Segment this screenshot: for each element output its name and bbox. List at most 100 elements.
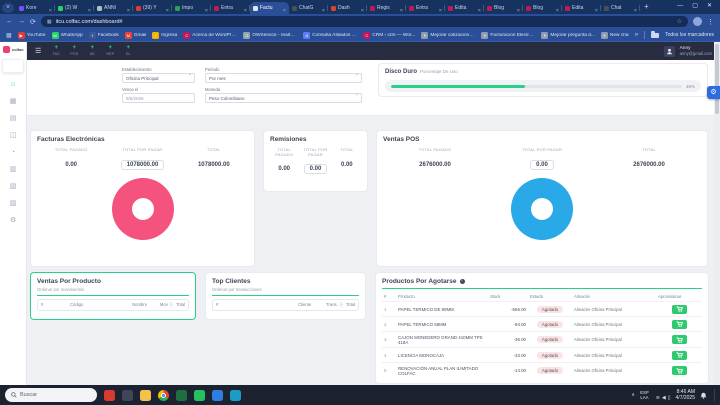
tab-importar[interactable]: Impo	[172, 2, 211, 14]
forward-icon[interactable]: →	[18, 18, 25, 25]
new-pos-button[interactable]: POS	[67, 46, 81, 56]
bookmark-facturacion[interactable]: ✳ Facturación Electrón...	[481, 32, 535, 39]
tab-chatgpt[interactable]: ChatG	[289, 2, 328, 14]
hamburger-icon[interactable]: ☰	[35, 47, 41, 55]
tab-close-icon[interactable]	[49, 0, 52, 17]
bookmark-wordpress[interactable]: C Acerca de WordPress	[183, 32, 237, 39]
bookmark-pregunta[interactable]: ✳ Mejorar pregunta d...	[541, 32, 595, 39]
browser-menu-icon[interactable]: ⋮	[707, 18, 714, 26]
taskbar-search[interactable]: Buscar	[5, 388, 97, 402]
task-view-icon[interactable]	[122, 390, 133, 401]
battery-icon[interactable]: ▯	[668, 395, 671, 401]
aprovisionar-button[interactable]	[672, 335, 687, 344]
tab-editar[interactable]: Edita	[445, 2, 484, 14]
user-avatar[interactable]	[664, 46, 675, 57]
establecimiento-select[interactable]: Oficina Principal	[122, 73, 195, 83]
home-icon[interactable]: ⌂	[11, 81, 15, 89]
tab-close-icon[interactable]	[166, 0, 169, 17]
new-fac-button[interactable]: FAC	[49, 46, 63, 56]
language-indicator[interactable]: ESP LAA	[640, 390, 649, 400]
tab-youtube[interactable]: (39) Y	[133, 2, 172, 14]
tab-whatsapp[interactable]: (2) W	[55, 2, 94, 14]
tab-kore[interactable]: Kore	[16, 2, 55, 14]
tab-blog[interactable]: Blog	[484, 2, 523, 14]
tab-dashboard[interactable]: Dash	[328, 2, 367, 14]
tab-close-icon[interactable]	[283, 0, 286, 17]
site-settings-icon[interactable]: ▦	[47, 19, 52, 25]
tab-entradas-2[interactable]: Entra	[406, 2, 445, 14]
bookmark-star-icon[interactable]: ☆	[677, 18, 682, 25]
tab-blog-2[interactable]: Blog	[523, 2, 562, 14]
theme-settings-button[interactable]: ⚙	[707, 86, 720, 99]
tray-expand-icon[interactable]: ∧	[631, 392, 635, 398]
bookmark-facebook[interactable]: f Facebook	[89, 32, 119, 39]
tab-close-icon[interactable]	[88, 0, 91, 17]
tab-close-icon[interactable]	[322, 0, 325, 17]
aprovisionar-button[interactable]	[672, 351, 687, 360]
tab-facturacion[interactable]: Factu	[250, 2, 289, 14]
tab-close-icon[interactable]	[439, 0, 442, 17]
whatsapp-icon[interactable]	[194, 390, 205, 401]
food-app-icon[interactable]	[104, 390, 115, 401]
address-bar[interactable]: ▦ itcu.colfac.com/dashboard# ☆	[41, 16, 688, 27]
tab-anni[interactable]: ANNI	[94, 2, 133, 14]
wifi-icon[interactable]: ≋	[656, 395, 660, 401]
settings-icon[interactable]: ⚙	[10, 217, 16, 225]
back-icon[interactable]: ←	[6, 18, 13, 25]
bookmark-whatsapp[interactable]: W WhatsApp	[52, 32, 83, 39]
info-icon[interactable]: i	[460, 279, 465, 284]
new-rep-button[interactable]: REP	[103, 46, 117, 56]
vence-input[interactable]: 9/6/2026	[122, 93, 195, 103]
tab-close-icon[interactable]	[556, 0, 559, 17]
tab-search-button[interactable]: ˅	[2, 3, 14, 13]
all-bookmarks-button[interactable]: Todos los marcadores	[665, 32, 714, 38]
tab-close-icon[interactable]	[127, 0, 130, 17]
show-desktop-button[interactable]	[714, 389, 715, 401]
aprovisionar-button[interactable]	[672, 320, 687, 329]
clock[interactable]: 8:46 AM 4/7/2025	[676, 389, 695, 401]
bookmark-consulta[interactable]: A Consulta Afiliados B...	[303, 32, 357, 39]
bookmark-youtube[interactable]: ▶ YouTube	[18, 32, 46, 39]
aprovisionar-button[interactable]	[672, 305, 687, 314]
moneda-select[interactable]: Peso Colombiano	[205, 93, 362, 103]
apps-grid-icon[interactable]: ▦	[6, 32, 12, 39]
clients-icon[interactable]: ◔	[11, 149, 15, 157]
new-de-button[interactable]: DE	[85, 46, 99, 56]
volume-icon[interactable]: ◀	[662, 395, 666, 401]
sales-icon[interactable]: ◫	[10, 132, 17, 140]
bookmark-cotizacion[interactable]: ✳ Mejorar cotización v...	[421, 32, 475, 39]
bookmark-owservice[interactable]: O OWService - realt0t...	[243, 32, 297, 39]
excel-icon[interactable]	[176, 390, 187, 401]
tab-close-icon[interactable]	[478, 0, 481, 17]
bookmarks-overflow-icon[interactable]: »	[635, 32, 638, 38]
tab-registro[interactable]: Regis	[367, 2, 406, 14]
minimize-button[interactable]: —	[677, 2, 683, 10]
reload-icon[interactable]: ⟳	[30, 18, 36, 26]
tab-close-icon[interactable]	[205, 0, 208, 17]
edge-icon[interactable]	[230, 390, 241, 401]
documents-icon[interactable]: ▨	[10, 200, 17, 208]
tab-close-icon[interactable]	[244, 0, 247, 17]
purchases-icon[interactable]: ▥	[10, 166, 17, 174]
photos-icon[interactable]	[212, 390, 223, 401]
new-el-button[interactable]: EL	[121, 46, 135, 56]
periodo-select[interactable]: Por mes	[205, 73, 362, 83]
profile-avatar[interactable]	[693, 17, 702, 26]
notifications-icon[interactable]	[700, 386, 707, 404]
bookmark-crm[interactable]: C CRM ‹ crm — Wor...	[363, 32, 415, 39]
maximize-button[interactable]: ▢	[692, 2, 698, 10]
bookmark-gmail[interactable]: M Gmail	[125, 32, 147, 39]
file-explorer-icon[interactable]	[140, 390, 151, 401]
tab-chatgpt-2[interactable]: Chat	[601, 2, 640, 14]
user-info[interactable]: Anny anny@gmail.com	[680, 46, 712, 56]
scrollbar-thumb[interactable]	[715, 44, 719, 114]
brand-logo[interactable]: colfac	[0, 42, 26, 57]
inventory-icon[interactable]: ▤	[10, 115, 17, 123]
tab-close-icon[interactable]	[400, 0, 403, 17]
reports-icon[interactable]: ▧	[10, 183, 17, 191]
aprovisionar-button[interactable]	[672, 366, 687, 375]
tab-close-icon[interactable]	[634, 0, 637, 17]
bookmark-ingresa[interactable]: I Ingresa	[152, 32, 177, 39]
new-tab-button[interactable]: +	[644, 1, 649, 13]
tab-close-icon[interactable]	[361, 0, 364, 17]
